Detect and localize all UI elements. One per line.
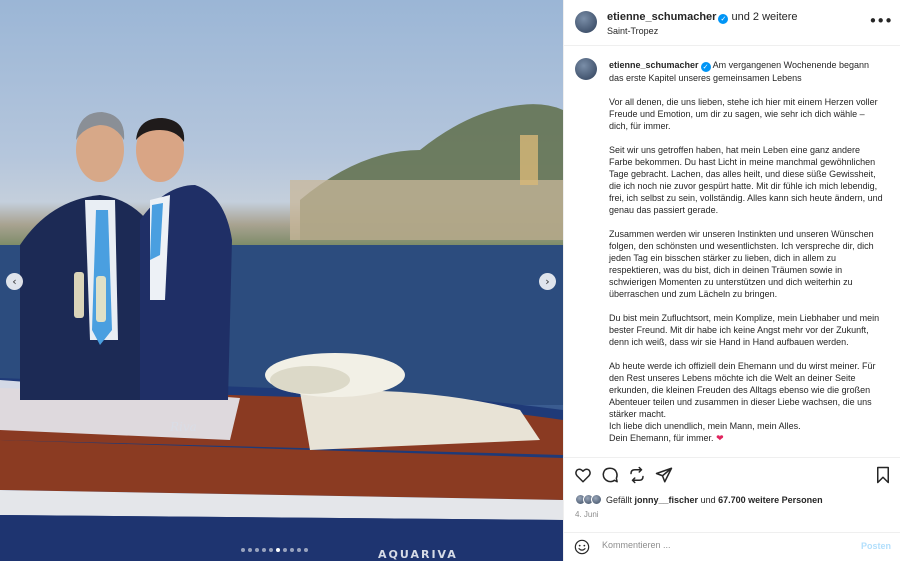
likes-count[interactable]: 67.700 weitere Personen <box>718 495 823 505</box>
post-date[interactable]: 4. Juni <box>575 510 599 519</box>
caption-line: Ich liebe dich unendlich, mein Mann, mei… <box>609 421 801 431</box>
carousel-dot <box>304 548 308 552</box>
heart-icon[interactable] <box>574 466 592 484</box>
boat-brand-label: Riva <box>170 420 197 434</box>
carousel-dot <box>262 548 266 552</box>
caption-line: Ab heute werde ich offiziell dein Eheman… <box>609 361 876 419</box>
comment-box: Posten <box>564 532 900 560</box>
emoji-icon[interactable] <box>574 539 590 555</box>
caption-paragraph: Seit wir uns getroffen haben, hat mein L… <box>609 145 883 215</box>
more-options-icon[interactable]: ••• <box>868 12 893 30</box>
caption-section: etienne_schumacher ✓ Am vergangenen Woche… <box>564 47 900 457</box>
comment-input[interactable] <box>602 540 832 550</box>
author-avatar[interactable] <box>575 11 597 33</box>
likes-prefix: Gefällt <box>606 494 633 505</box>
caption-paragraph: Du bist mein Zufluchtsort, mein Komplize… <box>609 313 880 347</box>
boat-model-label: AQUARIVA <box>378 548 458 561</box>
carousel-dot-active <box>276 548 280 552</box>
share-icon[interactable] <box>628 466 646 484</box>
carousel-dot <box>269 548 273 552</box>
verified-icon: ✓ <box>718 14 729 24</box>
post-comment-button[interactable]: Posten <box>861 541 891 551</box>
carousel-dot <box>248 548 252 552</box>
send-icon[interactable] <box>655 466 673 484</box>
carousel-dot <box>241 548 245 552</box>
chevron-right-icon[interactable]: › <box>539 273 556 290</box>
post-side-panel: etienne_schumacher ✓ und 2 weitere Saint-… <box>563 0 900 561</box>
likes-text: Gefällt jonny__fischer und 67.700 weiter… <box>606 495 823 505</box>
verified-icon: ✓ <box>700 62 711 72</box>
caption-paragraph-final: Ab heute werde ich offiziell dein Eheman… <box>609 360 886 444</box>
author-username[interactable]: etienne_schumacher <box>607 11 716 23</box>
caption-line: Dein Ehemann, für immer. <box>609 433 714 443</box>
likes-summary: Gefällt jonny__fischer und 67.700 weiter… <box>575 494 823 505</box>
coauthors-link[interactable]: und 2 weitere <box>732 11 798 23</box>
heart-emoji: ❤ <box>716 433 724 443</box>
caption-paragraph: Vor all denen, die uns lieben, stehe ich… <box>609 97 878 131</box>
post-header: etienne_schumacher ✓ und 2 weitere Saint-… <box>564 0 900 46</box>
carousel-dot <box>255 548 259 552</box>
post-media: Riva AQUARIVA ‹ › <box>0 0 563 561</box>
caption-text: etienne_schumacher ✓ Am vergangenen Woche… <box>609 59 886 444</box>
author-line: etienne_schumacher ✓ und 2 weitere <box>607 11 798 24</box>
caption-avatar[interactable] <box>575 58 597 80</box>
carousel-dot <box>297 548 301 552</box>
bookmark-icon[interactable] <box>874 466 892 484</box>
location-link[interactable]: Saint-Tropez <box>607 26 658 36</box>
carousel-indicator <box>241 548 308 552</box>
liker-username[interactable]: jonny__fischer <box>635 495 699 505</box>
post-actions: Gefällt jonny__fischer und 67.700 weiter… <box>564 457 900 559</box>
likes-middle: und <box>700 494 716 505</box>
carousel-dot <box>283 548 287 552</box>
caption-paragraph: Zusammen werden wir unseren Instinkten u… <box>609 229 874 299</box>
caption-username[interactable]: etienne_schumacher <box>609 60 699 70</box>
liker-avatar <box>591 494 602 505</box>
wedding-photo <box>0 104 563 561</box>
carousel-dot <box>290 548 294 552</box>
comment-icon[interactable] <box>601 466 619 484</box>
chevron-left-icon[interactable]: ‹ <box>6 273 23 290</box>
